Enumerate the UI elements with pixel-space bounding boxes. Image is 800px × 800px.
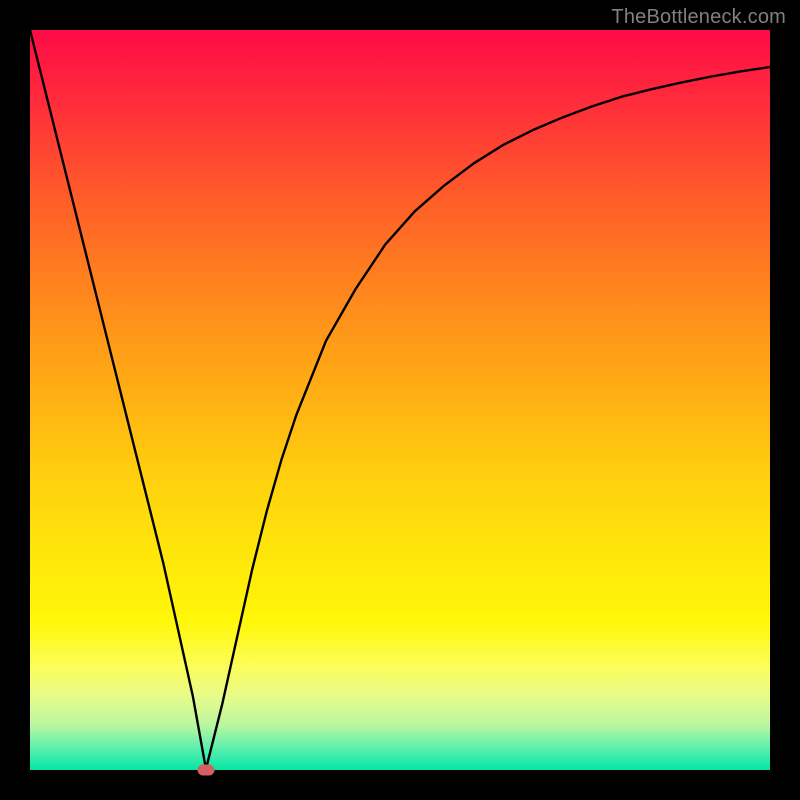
chart-frame: TheBottleneck.com: [0, 0, 800, 800]
curve-svg: [30, 30, 770, 770]
bottleneck-curve-path: [30, 30, 770, 770]
watermark-text: TheBottleneck.com: [611, 6, 786, 29]
minimum-marker: [198, 765, 215, 776]
plot-area: [30, 30, 770, 770]
